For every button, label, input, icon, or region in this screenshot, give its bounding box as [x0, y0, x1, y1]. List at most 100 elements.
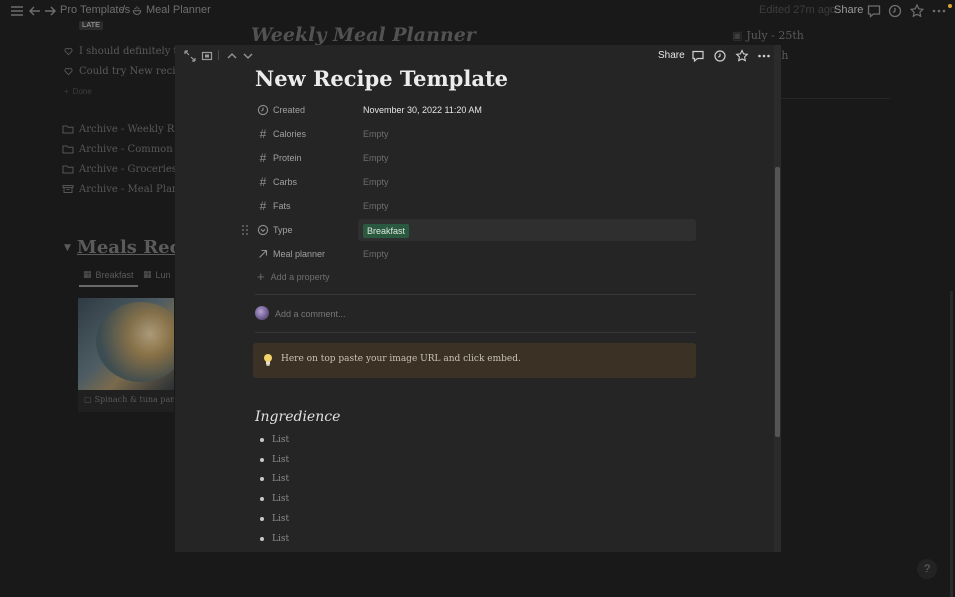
tab-breakfast[interactable]: ▦ Breakfast	[83, 269, 134, 280]
ingredients-heading[interactable]: Ingredience	[255, 409, 340, 425]
drag-handle-icon[interactable]	[241, 224, 249, 236]
gallery-icon: ▦	[83, 269, 92, 279]
list-item[interactable]: List	[260, 474, 289, 484]
property-fats[interactable]: # Fats Empty	[257, 196, 697, 218]
late-badge: LATE	[79, 21, 103, 30]
property-name: Meal planner	[273, 249, 326, 259]
number-icon: #	[259, 151, 267, 165]
plus-icon: +	[257, 269, 265, 284]
list-item[interactable]: List	[260, 534, 289, 544]
forward-arrow-icon[interactable]	[42, 3, 58, 19]
property-meal-planner[interactable]: Meal planner Empty	[257, 244, 697, 266]
breadcrumb-pro-templates[interactable]: Pro Templates	[60, 4, 130, 16]
favorite-star-icon[interactable]	[909, 3, 925, 19]
comments-icon[interactable]	[866, 3, 882, 19]
done-toggle[interactable]: + Done	[64, 87, 92, 96]
breakfast-tag[interactable]: Breakfast	[363, 224, 410, 238]
avatar	[255, 306, 269, 320]
property-name: Carbs	[273, 177, 298, 187]
property-value[interactable]: Empty	[363, 129, 389, 139]
property-name: Calories	[273, 129, 307, 139]
recipe-card-image[interactable]	[78, 298, 174, 390]
property-value[interactable]: Empty	[363, 153, 389, 163]
recipe-modal: Share New Recipe Template Created Novemb…	[175, 45, 781, 552]
property-value: November 30, 2022 11:20 AM	[363, 105, 482, 115]
page-title[interactable]: New Recipe Template	[255, 66, 508, 91]
updates-clock-icon[interactable]	[887, 3, 903, 19]
property-value[interactable]: Empty	[363, 249, 389, 259]
food-plate-image	[96, 302, 174, 382]
property-calories[interactable]: # Calories Empty	[257, 124, 697, 146]
page-scrollbar[interactable]	[950, 291, 953, 597]
comments-divider	[255, 332, 696, 333]
number-icon: #	[259, 199, 267, 213]
breadcrumb-separator: /	[122, 4, 126, 16]
modal-scrollbar-thumb[interactable]	[775, 167, 780, 437]
notification-dot	[948, 4, 952, 8]
background-divider	[780, 98, 890, 99]
back-arrow-icon[interactable]	[27, 3, 43, 19]
bullet-icon	[260, 537, 264, 541]
active-tab-indicator	[79, 285, 138, 287]
more-options-icon[interactable]	[931, 3, 947, 19]
modal-share-button[interactable]: Share	[658, 50, 685, 61]
folder-icon	[62, 165, 74, 174]
expand-icon[interactable]	[183, 49, 197, 63]
updates-clock-icon[interactable]	[713, 49, 727, 63]
favorite-star-icon[interactable]	[735, 49, 749, 63]
calendar-icon: ▣	[732, 29, 743, 42]
lightbulb-icon	[264, 354, 272, 366]
property-name: Fats	[273, 201, 291, 211]
list-item[interactable]: List	[260, 494, 289, 504]
page-icon: ▢	[84, 395, 92, 404]
property-created[interactable]: Created November 30, 2022 11:20 AM	[257, 100, 697, 122]
property-value[interactable]: Empty	[363, 201, 389, 211]
comment-input[interactable]: Add a comment...	[275, 309, 346, 319]
comments-icon[interactable]	[691, 49, 705, 63]
recipe-card-caption[interactable]: ▢ Spinach & tuna panc	[78, 390, 174, 412]
archive-link[interactable]: Archive - Groceries	[62, 163, 177, 175]
top-bar: Pro Templates / Meal Planner Edited 27m …	[0, 0, 955, 22]
property-name: Protein	[273, 153, 302, 163]
open-as-page-icon[interactable]	[200, 49, 214, 63]
chevron-up-icon[interactable]	[225, 49, 239, 63]
property-protein[interactable]: # Protein Empty	[257, 148, 697, 170]
heart-icon	[64, 47, 73, 56]
todo-item[interactable]: Could try New recipe	[64, 66, 188, 77]
list-item[interactable]: List	[260, 435, 289, 445]
hamburger-menu-icon[interactable]	[9, 3, 25, 19]
more-options-icon[interactable]	[757, 49, 771, 63]
heart-icon	[64, 67, 73, 76]
tab-lunch[interactable]: ▦ Lun	[143, 269, 171, 280]
number-icon: #	[259, 127, 267, 141]
edited-timestamp: Edited 27m ago	[759, 4, 837, 16]
chevron-down-icon[interactable]	[241, 49, 255, 63]
list-item[interactable]: List	[260, 514, 289, 524]
callout-block[interactable]: Here on top paste your image URL and cli…	[253, 343, 696, 378]
folder-icon	[62, 145, 74, 154]
breadcrumb-meal-planner[interactable]: Meal Planner	[146, 4, 211, 16]
property-name: Type	[273, 225, 293, 235]
property-value[interactable]: Empty	[363, 177, 389, 187]
gallery-icon: ▦	[143, 269, 152, 279]
property-type[interactable]: Type	[257, 220, 697, 242]
archive-box-icon	[62, 185, 74, 193]
share-button[interactable]: Share	[834, 4, 863, 16]
number-icon: #	[259, 175, 267, 189]
folder-icon	[62, 125, 74, 134]
add-property-button[interactable]: + Add a property	[257, 269, 330, 284]
relation-arrow-icon	[257, 248, 269, 260]
background-page-title: Weekly Meal Planner	[251, 24, 476, 46]
bullet-icon	[260, 477, 264, 481]
list-item[interactable]: List	[260, 455, 289, 465]
toolbar-separator	[218, 50, 219, 60]
meal-planner-page-icon	[131, 4, 143, 16]
help-button[interactable]: ?	[917, 559, 937, 579]
properties-divider	[255, 294, 696, 295]
toggle-triangle-icon[interactable]: ▼	[64, 243, 71, 253]
select-icon	[257, 224, 269, 236]
bullet-icon	[260, 438, 264, 442]
bullet-icon	[260, 458, 264, 462]
property-carbs[interactable]: # Carbs Empty	[257, 172, 697, 194]
bullet-icon	[260, 497, 264, 501]
